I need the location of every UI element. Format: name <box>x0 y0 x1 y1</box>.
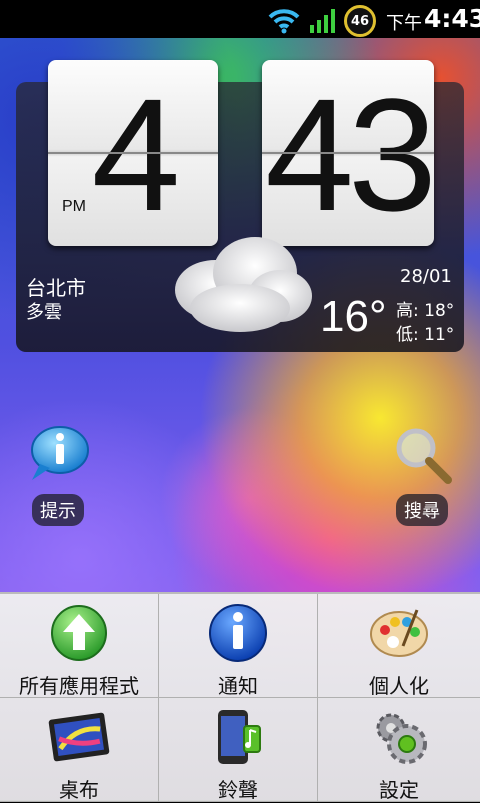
search-shortcut[interactable]: 搜尋 <box>386 424 458 526</box>
menu-label: 通知 <box>218 674 258 698</box>
menu-label: 個人化 <box>369 674 429 698</box>
flip-divider <box>48 152 218 154</box>
tips-label: 提示 <box>32 494 84 526</box>
weather-temperature: 16° <box>320 292 387 341</box>
menu-label: 所有應用程式 <box>19 674 139 698</box>
status-ampm: 下午 <box>386 13 422 34</box>
cloud-icon <box>175 237 312 332</box>
menu-item-notifications[interactable]: 通知 <box>159 594 318 698</box>
weather-city: 台北市 <box>26 276 86 300</box>
clock-minute: 43 <box>265 65 437 244</box>
status-time: 4:43 <box>424 4 480 33</box>
menu-label: 桌布 <box>59 778 99 802</box>
menu-item-ringtone[interactable]: 鈴聲 <box>159 698 318 802</box>
info-bubble-icon <box>31 426 89 480</box>
clock-ampm: PM <box>62 198 86 215</box>
battery-level: 46 <box>350 13 370 29</box>
wallpaper-icon <box>48 712 110 762</box>
menu-label: 設定 <box>379 778 419 802</box>
weather-date: 28/01 <box>400 266 452 287</box>
wifi-icon <box>268 9 300 34</box>
search-label: 搜尋 <box>396 494 448 526</box>
menu-label: 鈴聲 <box>218 778 258 802</box>
notifications-icon <box>209 604 267 662</box>
flip-divider <box>262 152 434 154</box>
menu-item-personalize[interactable]: 個人化 <box>318 594 480 698</box>
options-menu: 所有應用程式 通知 個人化 桌布 鈴聲 設定 <box>0 592 480 802</box>
status-bar[interactable]: 46 下午 4:43 <box>0 0 480 38</box>
weather-low: 低: 11° <box>396 325 455 345</box>
weather-high: 高: 18° <box>396 301 455 321</box>
signal-icon <box>310 9 335 33</box>
ringtone-icon <box>218 710 261 764</box>
personalize-icon <box>370 609 428 657</box>
menu-item-wallpaper[interactable]: 桌布 <box>0 698 159 802</box>
clock-minute-card: 43 <box>262 60 437 246</box>
magnifier-icon <box>396 428 452 484</box>
tips-shortcut[interactable]: 提示 <box>22 424 94 526</box>
battery-icon: 46 <box>344 5 376 37</box>
menu-item-settings[interactable]: 設定 <box>318 698 480 802</box>
clock-hour-card: 4 PM <box>48 60 218 246</box>
settings-icon <box>376 713 427 764</box>
all-apps-icon <box>51 605 107 661</box>
weather-condition: 多雲 <box>26 302 62 323</box>
menu-item-all-apps[interactable]: 所有應用程式 <box>0 594 159 698</box>
